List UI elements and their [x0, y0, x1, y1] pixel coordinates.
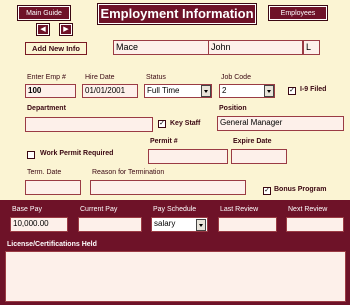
- emp-number-field[interactable]: 100: [25, 84, 76, 98]
- job-code-label: Job Code: [221, 74, 251, 81]
- expire-date-label: Expire Date: [233, 138, 272, 145]
- position-field[interactable]: General Manager: [217, 116, 344, 131]
- key-staff-label: Key Staff: [170, 120, 201, 127]
- current-pay-label: Current Pay: [80, 206, 118, 213]
- job-code-dropdown-icon[interactable]: [264, 85, 274, 97]
- main-guide-button[interactable]: Main Guide: [17, 5, 71, 21]
- current-pay-field[interactable]: [78, 217, 142, 232]
- pay-schedule-label: Pay Schedule: [153, 206, 197, 213]
- i9-filed-label: I-9 Filed: [300, 86, 327, 93]
- i9-filed-checkbox[interactable]: ✓: [288, 87, 296, 95]
- employment-window: Main Guide Employment Information Employ…: [0, 0, 350, 305]
- license-textarea[interactable]: [5, 251, 346, 302]
- status-label: Status: [146, 74, 166, 81]
- permit-number-label: Permit #: [150, 138, 178, 145]
- department-field[interactable]: [25, 117, 153, 132]
- term-date-field[interactable]: [25, 180, 81, 195]
- status-dropdown-icon[interactable]: [201, 85, 211, 97]
- reason-termination-label: Reason for Termination: [92, 169, 165, 176]
- bonus-program-checkbox[interactable]: ✓: [263, 187, 271, 195]
- enter-emp-label: Enter Emp #: [27, 74, 66, 81]
- next-review-field[interactable]: [286, 217, 344, 232]
- page-title: Employment Information: [97, 3, 257, 25]
- base-pay-label: Base Pay: [12, 206, 42, 213]
- first-name-field[interactable]: John: [208, 40, 303, 55]
- add-new-info-button[interactable]: Add New Info: [25, 42, 87, 55]
- hire-date-field[interactable]: 01/01/2001: [82, 84, 138, 98]
- license-label: License/Certifications Held: [7, 241, 97, 248]
- middle-initial-field[interactable]: L: [303, 40, 320, 55]
- work-permit-checkbox[interactable]: [27, 151, 35, 159]
- next-record-icon[interactable]: ▶: [59, 23, 73, 36]
- work-permit-label: Work Permit Required: [40, 150, 114, 157]
- department-label: Department: [27, 105, 66, 112]
- key-staff-checkbox[interactable]: ✓: [158, 120, 166, 128]
- hire-date-label: Hire Date: [85, 74, 115, 81]
- permit-number-field[interactable]: [148, 149, 228, 164]
- next-review-label: Next Review: [288, 206, 328, 213]
- previous-record-icon[interactable]: ◀: [36, 23, 50, 36]
- base-pay-field[interactable]: 10,000.00: [10, 217, 68, 232]
- last-review-field[interactable]: [218, 217, 277, 232]
- employees-button[interactable]: Employees: [268, 5, 328, 21]
- position-label: Position: [219, 105, 247, 112]
- reason-termination-field[interactable]: [90, 180, 246, 195]
- bonus-program-label: Bonus Program: [274, 186, 327, 193]
- pay-schedule-dropdown-icon[interactable]: [196, 219, 206, 231]
- last-review-label: Last Review: [220, 206, 259, 213]
- expire-date-field[interactable]: [231, 149, 287, 164]
- last-name-field[interactable]: Mace: [113, 40, 210, 55]
- term-date-label: Term. Date: [27, 169, 62, 176]
